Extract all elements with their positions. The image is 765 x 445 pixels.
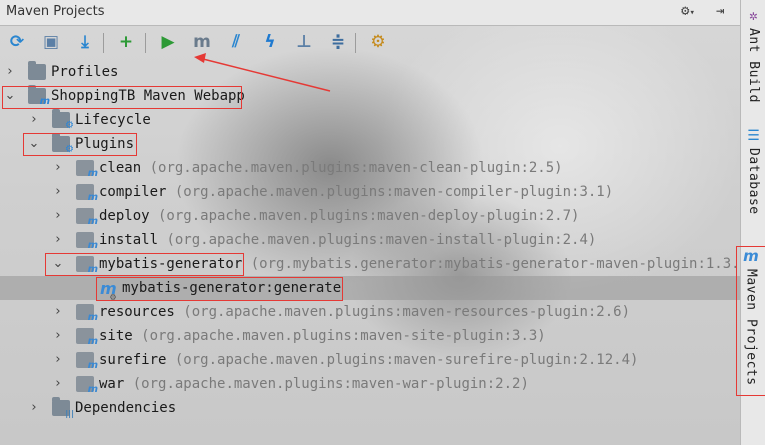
ant-icon: ✲ — [749, 8, 758, 24]
maven-icon: m — [743, 247, 759, 265]
right-tool-strip: ✲ Ant Build ☰ Database m Maven Projects — [736, 0, 765, 445]
database-tab[interactable]: ☰ Database — [741, 128, 765, 215]
maven-projects-tab-label: Maven Projects — [743, 269, 759, 386]
database-tab-label: Database — [746, 148, 761, 215]
database-icon: ☰ — [747, 128, 760, 144]
ant-build-tab[interactable]: ✲ Ant Build — [741, 8, 765, 103]
annotation-arrow — [194, 53, 331, 92]
maven-projects-tab[interactable]: m Maven Projects — [736, 246, 765, 396]
ant-build-tab-label: Ant Build — [746, 28, 761, 103]
